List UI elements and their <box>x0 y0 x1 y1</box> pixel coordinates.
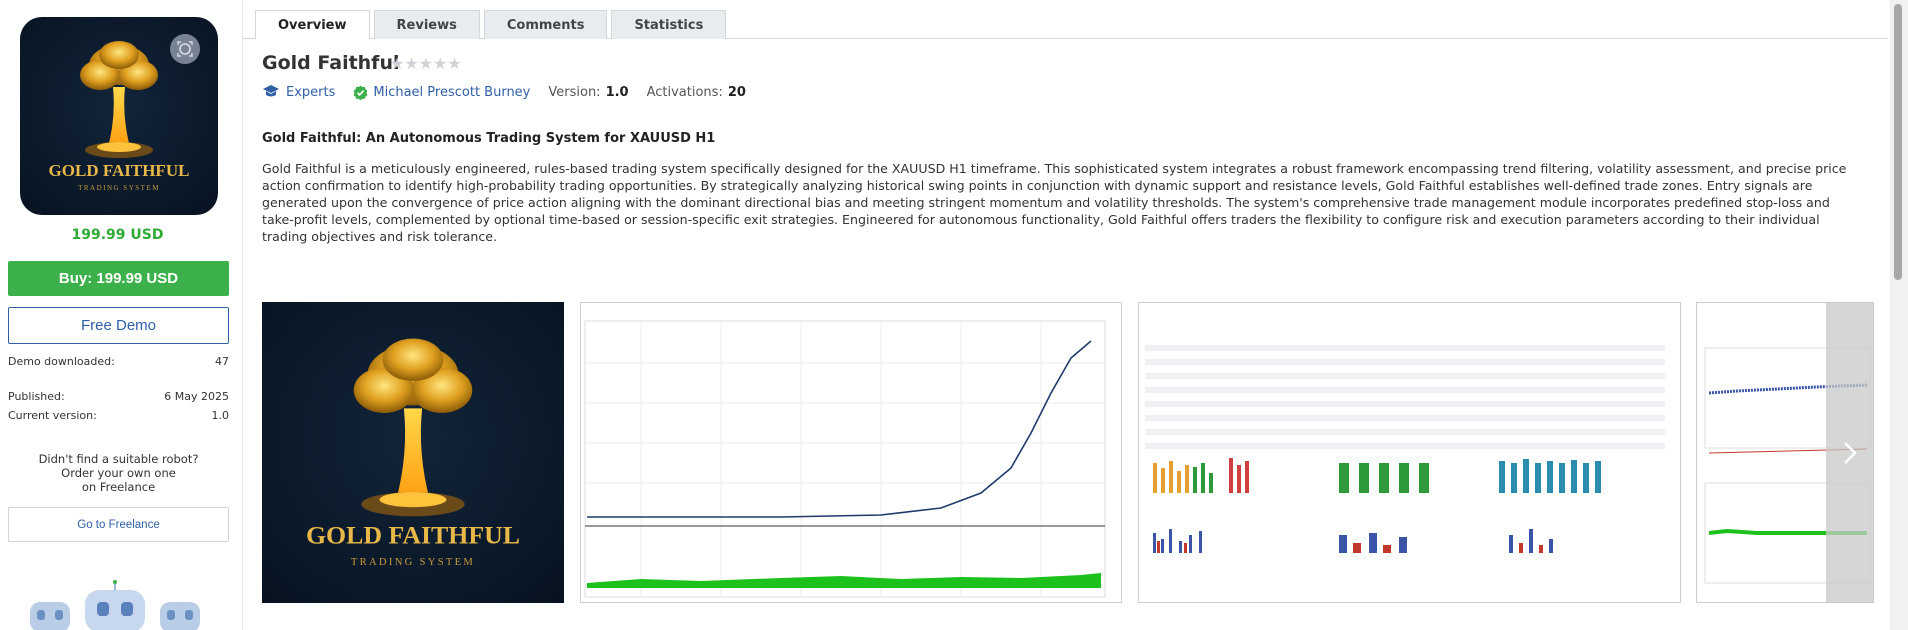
star-icon[interactable]: ★ <box>404 54 418 73</box>
gallery-image-report-tables[interactable] <box>1138 302 1681 603</box>
version-label: Version: <box>548 84 601 100</box>
free-demo-button[interactable]: Free Demo <box>8 307 229 344</box>
verified-check-icon <box>353 85 368 100</box>
gallery-image-logo[interactable]: GOLD FAITHFUL TRADING SYSTEM <box>262 302 564 603</box>
gallery-image-balance-chart[interactable] <box>580 302 1122 603</box>
tab-bar: Overview Reviews Comments Statistics <box>255 10 730 39</box>
balance-chart-thumbnail <box>584 320 1106 598</box>
product-meta: Experts Michael Prescott Burney Version:… <box>262 84 746 100</box>
tab-reviews[interactable]: Reviews <box>373 10 480 39</box>
product-sidebar: GOLD FAITHFUL TRADING SYSTEM 199.99 USD … <box>0 0 243 630</box>
robots-illustration-icon <box>30 580 200 630</box>
description-subtitle: Gold Faithful: An Autonomous Trading Sys… <box>262 131 716 146</box>
current-version-value: 1.0 <box>211 409 230 422</box>
svg-text:TRADING SYSTEM: TRADING SYSTEM <box>78 184 160 192</box>
scrollbar-thumb[interactable] <box>1894 4 1902 280</box>
published-row: Published: 6 May 2025 <box>8 390 229 403</box>
tab-overview[interactable]: Overview <box>255 10 370 39</box>
author-link[interactable]: Michael Prescott Burney <box>373 85 530 100</box>
freelance-line-1: Didn't find a suitable robot? <box>38 452 199 466</box>
page-title: Gold Faithful <box>262 52 400 74</box>
go-to-freelance-button[interactable]: Go to Freelance <box>8 507 229 542</box>
star-icon[interactable]: ★ <box>390 54 404 73</box>
product-page: GOLD FAITHFUL TRADING SYSTEM 199.99 USD … <box>0 0 1908 630</box>
mushroom-cloud-logo-icon: GOLD FAITHFUL TRADING SYSTEM <box>306 338 520 568</box>
buy-button[interactable]: Buy: 199.99 USD <box>8 261 229 296</box>
tab-comments[interactable]: Comments <box>483 10 608 39</box>
version-value: 1.0 <box>605 84 629 100</box>
star-icon[interactable]: ★ <box>447 54 461 73</box>
svg-text:GOLD FAITHFUL: GOLD FAITHFUL <box>49 161 190 180</box>
report-tables-thumbnail <box>1145 345 1665 553</box>
category-link[interactable]: Experts <box>286 85 335 100</box>
graduation-cap-icon <box>263 85 279 97</box>
svg-text:GOLD FAITHFUL: GOLD FAITHFUL <box>306 521 520 550</box>
activations-value: 20 <box>727 84 746 100</box>
freelance-promo-text: Didn't find a suitable robot? Order your… <box>0 452 237 494</box>
description-body: Gold Faithful is a meticulously engineer… <box>262 161 1847 244</box>
chevron-right-icon <box>1844 441 1857 464</box>
demo-downloaded-value: 47 <box>215 355 229 368</box>
star-icon[interactable]: ★ <box>433 54 447 73</box>
demo-downloaded-label: Demo downloaded: <box>8 355 115 368</box>
current-version-row: Current version: 1.0 <box>8 409 229 422</box>
current-version-label: Current version: <box>8 409 97 422</box>
svg-text:TRADING SYSTEM: TRADING SYSTEM <box>351 557 475 568</box>
tab-statistics[interactable]: Statistics <box>611 10 727 39</box>
demo-downloaded-row: Demo downloaded: 47 <box>8 355 229 368</box>
star-icon[interactable]: ★ <box>419 54 433 73</box>
freelance-line-3: on Freelance <box>81 480 156 494</box>
published-value: 6 May 2025 <box>164 390 229 403</box>
gallery-next-button[interactable] <box>1826 302 1874 603</box>
price-label: 199.99 USD <box>71 227 164 243</box>
image-lens-icon[interactable] <box>170 34 200 64</box>
activations-label: Activations: <box>646 84 723 100</box>
rating-stars[interactable]: ★★★★★ <box>390 54 462 73</box>
freelance-line-2: Order your own one <box>61 466 176 480</box>
published-label: Published: <box>8 390 65 403</box>
